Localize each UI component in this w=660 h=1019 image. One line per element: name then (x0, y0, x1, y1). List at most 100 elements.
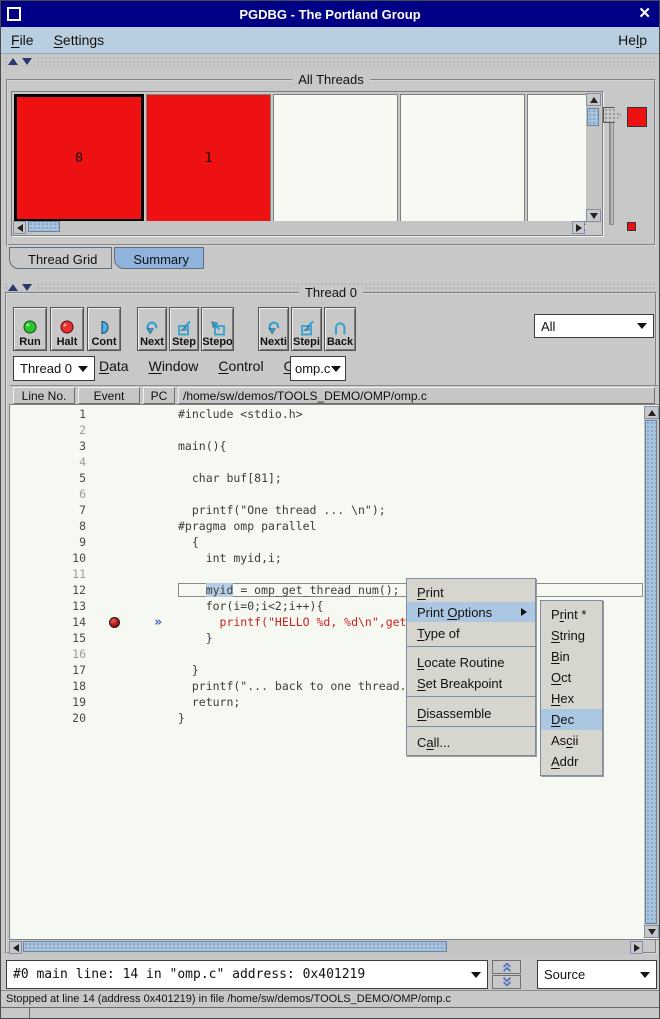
splitter-collapse-up-icon[interactable] (8, 284, 18, 291)
grid-zoom-slider-track[interactable] (609, 119, 614, 225)
scroll-right-icon[interactable] (630, 941, 643, 954)
scroll-right-icon[interactable] (572, 221, 585, 234)
next-button[interactable]: Next (137, 307, 167, 351)
menu-settings[interactable]: Settings (44, 29, 115, 51)
source-line[interactable]: 6 (10, 486, 643, 502)
scroll-up-icon[interactable] (644, 406, 659, 419)
menu-item-label: Dec (551, 712, 574, 727)
hscroll-thumb[interactable] (28, 221, 60, 232)
splitter-top[interactable] (4, 56, 656, 66)
back-button[interactable]: Back (324, 307, 356, 351)
step-button[interactable]: Step (169, 307, 199, 351)
submenu-item[interactable]: Dec (541, 709, 602, 730)
source-line[interactable]: 12 myid = omp_get_thread_num(); (10, 582, 643, 598)
context-menu-item[interactable]: Call... (407, 732, 535, 752)
thread-cell[interactable]: 1 (146, 94, 271, 222)
context-menu: Print Print Options Type of Locate Routi… (406, 578, 536, 756)
stepo-button[interactable]: Stepo (201, 307, 234, 351)
tab[interactable]: Thread Grid (9, 247, 112, 269)
nexti-button[interactable]: Nexti (258, 307, 289, 351)
thread-cell[interactable]: 0 (14, 94, 144, 222)
source-line[interactable]: 9 { (10, 534, 643, 550)
context-menu-item[interactable]: Set Breakpoint (407, 672, 535, 697)
scroll-down-icon[interactable] (644, 925, 659, 938)
hscroll-thumb[interactable] (23, 941, 447, 952)
submenu-item[interactable]: String (541, 625, 602, 646)
stack-up-button[interactable] (492, 960, 521, 974)
stepi-button[interactable]: Stepi (291, 307, 322, 351)
cont-button[interactable]: Cont (87, 307, 121, 351)
source-line[interactable]: 1 #include <stdio.h> (10, 406, 643, 422)
stack-down-button[interactable] (492, 975, 521, 989)
submenu-item[interactable]: Hex (541, 688, 602, 709)
vscroll-thumb[interactable] (645, 420, 657, 924)
col-header-lineno[interactable]: Line No. (13, 387, 75, 404)
source-line[interactable]: 2 (10, 422, 643, 438)
source-hscrollbar[interactable] (9, 941, 643, 954)
scope-select[interactable]: All (534, 314, 654, 338)
thread-cell-column (527, 94, 586, 230)
submenu-item[interactable]: Print * (541, 604, 602, 625)
debug-menu-item[interactable]: Data (99, 358, 129, 374)
source-line[interactable]: 7 printf("One thread ... \n"); (10, 502, 643, 518)
col-header-pc[interactable]: PC (143, 387, 175, 404)
scroll-left-icon[interactable] (9, 941, 22, 954)
location-select[interactable]: #0 main line: 14 in "omp.c" address: 0x4… (6, 960, 488, 989)
code-pre: #include <stdio.h> (178, 407, 303, 421)
thread-select[interactable]: Thread 0 (13, 356, 95, 381)
thread-cell[interactable] (527, 94, 586, 222)
submenu-item[interactable]: Bin (541, 646, 602, 667)
thread-cell[interactable] (273, 94, 398, 222)
menu-file[interactable]: File (1, 29, 44, 51)
context-menu-item[interactable]: Print (407, 582, 535, 602)
submenu-item[interactable]: Oct (541, 667, 602, 688)
run-button[interactable]: Run (13, 307, 47, 351)
thread-state-color-swatch (627, 107, 647, 127)
col-header-file-path[interactable]: /home/sw/demos/TOOLS_DEMO/OMP/omp.c (178, 387, 655, 404)
splitter-collapse-down-icon[interactable] (22, 284, 32, 291)
scroll-down-icon[interactable] (586, 209, 601, 222)
thread-cell[interactable] (400, 94, 525, 222)
view-mode-select[interactable]: Source (537, 960, 657, 989)
grid-zoom-slider-handle[interactable] (603, 107, 621, 123)
submenu-item[interactable]: Addr (541, 751, 602, 772)
menu-help[interactable]: Help (608, 29, 657, 51)
source-line[interactable]: 3 main(){ (10, 438, 643, 454)
splitter-collapse-up-icon[interactable] (8, 58, 18, 65)
submenu-item[interactable]: Ascii (541, 730, 602, 751)
thread0-title: Thread 0 (299, 285, 363, 300)
vscroll-thumb[interactable] (587, 108, 599, 126)
scroll-up-icon[interactable] (586, 93, 601, 106)
status-text: Stopped at line 14 (address 0x401219) in… (6, 993, 451, 1005)
source-line[interactable]: 10 int myid,i; (10, 550, 643, 566)
event-column[interactable] (90, 617, 138, 628)
close-icon[interactable]: ✕ (638, 4, 651, 22)
halt-button[interactable]: Halt (50, 307, 84, 351)
dropdown-arrow-icon (331, 366, 341, 372)
splitter-collapse-down-icon[interactable] (22, 58, 32, 65)
source-line[interactable]: 5 char buf[81]; (10, 470, 643, 486)
tab-label: Thread Grid (28, 252, 97, 267)
debug-menu-item[interactable]: Window (149, 358, 199, 374)
thread-grid-vscrollbar[interactable] (586, 93, 601, 222)
source-line[interactable]: 8 #pragma omp parallel (10, 518, 643, 534)
menu-item-label: Call... (417, 735, 450, 750)
line-number: 9 (10, 535, 90, 549)
title-bar[interactable]: PGDBG - The Portland Group ✕ (1, 1, 659, 27)
code-text: #include <stdio.h> (178, 407, 643, 421)
context-menu-item[interactable]: Print Options (407, 602, 535, 622)
thread-grid-viewport: 0 1 (11, 91, 603, 236)
col-header-event[interactable]: Event (78, 387, 140, 404)
current-pc-icon: » (138, 615, 178, 630)
context-menu-item[interactable]: Type of (407, 622, 535, 647)
context-menu-item[interactable]: Disassemble (407, 702, 535, 727)
thread-grid-hscrollbar[interactable] (13, 221, 585, 234)
source-line[interactable]: 4 (10, 454, 643, 470)
scroll-left-icon[interactable] (13, 221, 26, 234)
tab[interactable]: Summary (114, 247, 204, 269)
file-select[interactable]: omp.c (290, 356, 346, 381)
source-vscrollbar[interactable] (644, 406, 659, 938)
debug-menu-item[interactable]: Control (218, 358, 263, 374)
context-menu-item[interactable]: Locate Routine (407, 652, 535, 672)
source-line[interactable]: 11 (10, 566, 643, 582)
